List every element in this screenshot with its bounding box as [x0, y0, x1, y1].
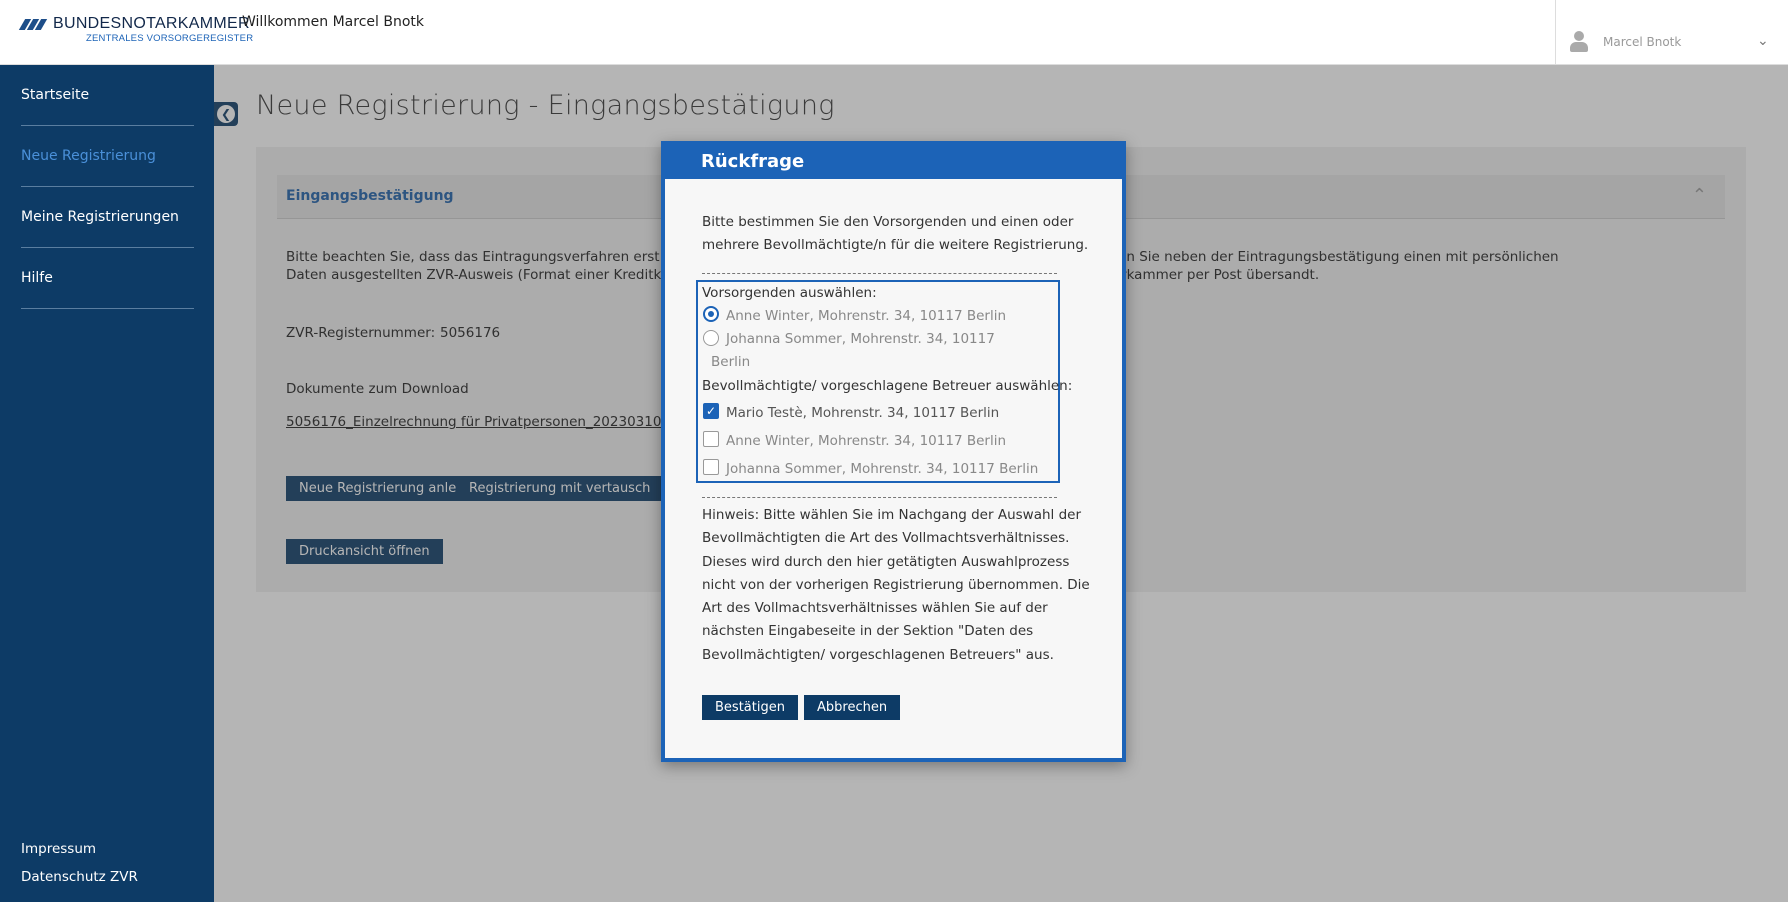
top-header: BUNDESNOTARKAMMER ZENTRALES VORSORGEREGI…	[0, 0, 1788, 65]
dialog-intro-line-1: Bitte bestimmen Sie den Vorsorgenden und…	[702, 214, 1074, 230]
bevollmaechtigte-option-1-label[interactable]: Mario Testè, Mohrenstr. 34, 10117 Berlin	[726, 405, 999, 421]
bevollmaechtigte-option-3-label[interactable]: Johanna Sommer, Mohrenstr. 34, 10117 Ber…	[726, 461, 1038, 477]
sidebar-item-startseite[interactable]: Startseite	[21, 65, 194, 126]
user-menu[interactable]: Marcel Bnotk ⌄	[1555, 0, 1788, 65]
sidebar-item-label: Neue Registrierung	[21, 148, 156, 164]
vorsorgende-label: Vorsorgenden auswählen:	[702, 285, 877, 301]
logo-subtitle: ZENTRALES VORSORGEREGISTER	[86, 33, 254, 44]
datenschutz-link[interactable]: Datenschutz ZVR	[21, 869, 138, 885]
bevollmaechtigte-checkbox-2[interactable]	[703, 431, 719, 447]
sidebar-item-label: Startseite	[21, 87, 90, 103]
bevollmaechtigte-checkbox-1[interactable]: ✓	[703, 403, 719, 419]
bevollmaechtigte-option-2-label[interactable]: Anne Winter, Mohrenstr. 34, 10117 Berlin	[726, 433, 1006, 449]
logo-title: BUNDESNOTARKAMMER	[53, 15, 250, 32]
impressum-link[interactable]: Impressum	[21, 841, 96, 857]
bevollmaechtigte-checkbox-3[interactable]	[703, 459, 719, 475]
bevollmaechtigte-label: Bevollmächtigte/ vorgeschlagene Betreuer…	[702, 378, 1073, 394]
vorsorgende-radio-1[interactable]	[703, 306, 719, 322]
confirm-button[interactable]: Bestätigen	[702, 695, 798, 720]
sidebar-item-neue-registrierung[interactable]: Neue Registrierung	[21, 126, 194, 187]
sidebar-item-label: Hilfe	[21, 270, 53, 286]
dialog-divider	[702, 497, 1057, 498]
rueckfrage-dialog: Rückfrage Bitte bestimmen Sie den Vorsor…	[661, 141, 1126, 762]
vorsorgende-radio-2[interactable]	[703, 330, 719, 346]
sidebar-item-hilfe[interactable]: Hilfe	[21, 248, 194, 309]
sidebar-item-label: Meine Registrierungen	[21, 209, 179, 225]
user-name: Marcel Bnotk	[1603, 35, 1682, 49]
cancel-button[interactable]: Abbrechen	[804, 695, 901, 720]
logo-mark-icon	[18, 19, 50, 31]
vorsorgende-option-1-label[interactable]: Anne Winter, Mohrenstr. 34, 10117 Berlin	[726, 308, 1006, 324]
vorsorgende-option-2-label[interactable]: Johanna Sommer, Mohrenstr. 34, 10117	[726, 331, 995, 347]
sidebar-item-meine-registrierungen[interactable]: Meine Registrierungen	[21, 187, 194, 248]
user-icon	[1570, 31, 1588, 53]
sidebar: Startseite Neue Registrierung Meine Regi…	[0, 65, 214, 902]
dialog-title: Rückfrage	[701, 151, 805, 172]
dialog-hint-text: Hinweis: Bitte wählen Sie im Nachgang de…	[702, 507, 1090, 663]
dialog-header: Rückfrage	[665, 145, 1122, 179]
dialog-divider	[702, 273, 1057, 274]
dialog-intro-line-2: mehrere Bevollmächtigte/n für die weiter…	[702, 237, 1089, 253]
vorsorgende-option-2-label-cont[interactable]: Berlin	[711, 354, 750, 370]
welcome-text: Willkommen Marcel Bnotk	[242, 14, 424, 30]
chevron-down-icon[interactable]: ⌄	[1757, 33, 1769, 49]
